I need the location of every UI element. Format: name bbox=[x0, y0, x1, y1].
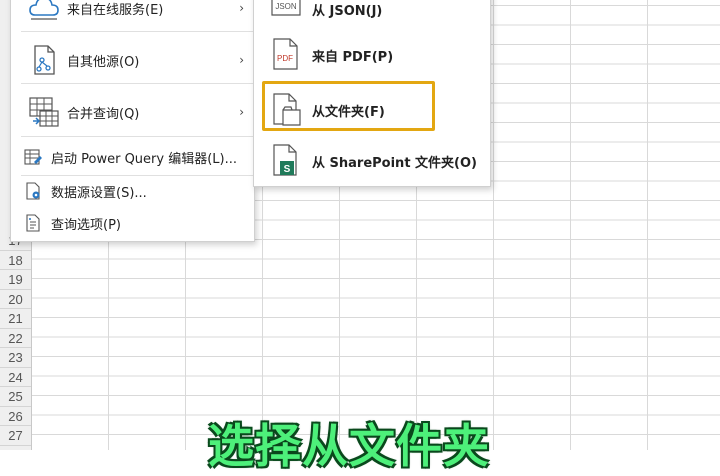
menu-item-label: 启动 Power Query 编辑器(L)... bbox=[51, 151, 237, 167]
menu-item-data-source-settings[interactable]: 数据源设置(S)... bbox=[11, 175, 254, 207]
row-number[interactable]: 20 bbox=[0, 290, 31, 309]
menu-item-label: 来自在线服务(E) bbox=[67, 2, 164, 18]
sharepoint-folder-icon: S bbox=[273, 144, 297, 176]
data-source-settings-icon bbox=[26, 182, 40, 200]
menu-item-label: 自其他源(O) bbox=[67, 54, 140, 70]
row-number[interactable]: 25 bbox=[0, 387, 31, 407]
row-number[interactable]: 24 bbox=[0, 368, 31, 387]
menu-item-label: 查询选项(P) bbox=[51, 217, 121, 233]
row-number[interactable]: 22 bbox=[0, 329, 31, 348]
menu-item-label: 数据源设置(S)... bbox=[51, 185, 147, 201]
cloud-icon bbox=[29, 0, 59, 20]
json-icon-text: JSON bbox=[275, 2, 297, 11]
row-number[interactable]: 27 bbox=[0, 426, 31, 446]
pdf-icon-text: PDF bbox=[277, 54, 293, 63]
video-caption: 选择从文件夹 bbox=[208, 419, 490, 473]
row-number[interactable]: 26 bbox=[0, 407, 31, 426]
row-number[interactable]: 23 bbox=[0, 348, 31, 368]
row-number[interactable]: 19 bbox=[0, 270, 31, 290]
query-options-icon bbox=[26, 214, 40, 232]
menu-divider bbox=[21, 136, 253, 137]
chevron-right-icon: › bbox=[239, 1, 244, 15]
json-file-icon: JSON bbox=[271, 0, 301, 16]
menu-item-combine-queries[interactable]: 合并查询(Q) › bbox=[11, 89, 254, 135]
row-number[interactable]: 18 bbox=[0, 251, 31, 270]
submenu-item-label: 来自 PDF(P) bbox=[312, 50, 394, 65]
pdf-file-icon: PDF bbox=[273, 38, 298, 70]
row-number[interactable]: 21 bbox=[0, 309, 31, 329]
other-sources-icon bbox=[34, 45, 55, 75]
combine-queries-icon bbox=[29, 97, 59, 127]
menu-divider bbox=[21, 83, 253, 84]
submenu-item-label: 从 SharePoint 文件夹(O) bbox=[312, 156, 477, 171]
get-data-dropdown-menu: 来自在线服务(E) › 自其他源(O) › 合并查询(Q) › 启动 Power… bbox=[10, 0, 255, 242]
chevron-right-icon: › bbox=[239, 105, 244, 119]
chevron-right-icon: › bbox=[239, 53, 244, 67]
submenu-item-from-pdf[interactable]: PDF 来自 PDF(P) bbox=[254, 35, 490, 75]
submenu-item-from-sharepoint-folder[interactable]: S 从 SharePoint 文件夹(O) bbox=[254, 141, 490, 181]
menu-divider bbox=[21, 31, 253, 32]
menu-item-query-options[interactable]: 查询选项(P) bbox=[11, 207, 254, 239]
menu-item-other-sources[interactable]: 自其他源(O) › bbox=[11, 37, 254, 83]
submenu-item-label: 从 JSON(J) bbox=[312, 4, 383, 19]
power-query-editor-icon bbox=[24, 149, 42, 165]
submenu-item-from-json[interactable]: JSON 从 JSON(J) bbox=[254, 0, 490, 29]
sharepoint-icon-text: S bbox=[284, 164, 291, 175]
menu-item-launch-power-query-editor[interactable]: 启动 Power Query 编辑器(L)... bbox=[11, 141, 254, 173]
menu-item-label: 合并查询(Q) bbox=[67, 106, 140, 122]
highlight-box-from-folder bbox=[262, 81, 435, 131]
menu-item-online-services[interactable]: 来自在线服务(E) › bbox=[11, 0, 254, 31]
